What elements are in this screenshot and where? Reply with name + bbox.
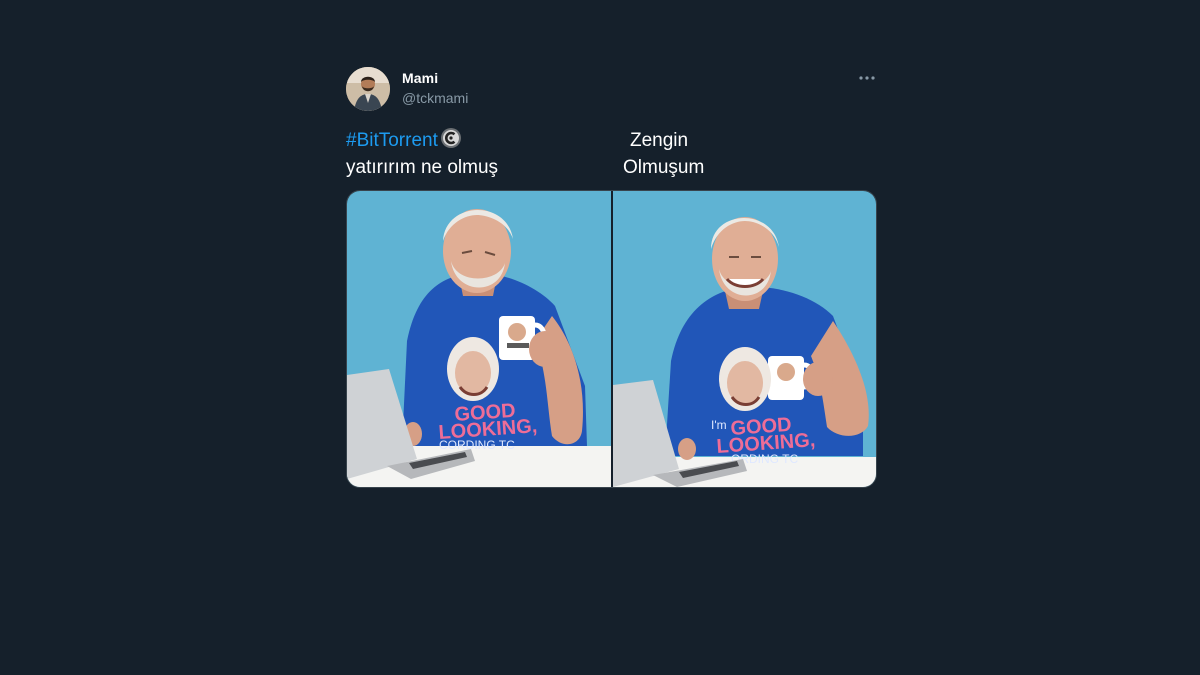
media-photo-left[interactable]: GOOD LOOKING, CORDING TC: [347, 191, 611, 487]
tweet-media-collage[interactable]: GOOD LOOKING, CORDING TC I'm GOOD LOOKIN…: [346, 190, 877, 488]
more-horizontal-icon: [859, 76, 875, 80]
photo-man-laptop-smiling-icon: I'm GOOD LOOKING, ORDING TC: [613, 191, 876, 487]
user-handle[interactable]: @tckmami: [402, 90, 468, 106]
hashtag-link[interactable]: #BitTorrent: [346, 130, 438, 151]
more-options-button[interactable]: [855, 66, 879, 90]
caption-left-line-2: yatırırım ne olmuş: [346, 157, 499, 178]
left-shirt-text-3: CORDING TC: [439, 438, 515, 452]
display-name[interactable]: Mami: [402, 70, 438, 86]
avatar[interactable]: [346, 67, 390, 111]
photo-man-laptop-sad-icon: GOOD LOOKING, CORDING TC: [347, 191, 611, 487]
caption-left-line-1: #BitTorrent: [346, 127, 462, 157]
caption-right-line-2: Olmuşum: [623, 157, 705, 178]
tweet-screenshot-page: Mami @tckmami #BitTorrent yatırırım ne o…: [0, 0, 1200, 675]
caption-right-line-1: Zengin: [630, 130, 689, 151]
media-photo-right[interactable]: I'm GOOD LOOKING, ORDING TC: [613, 191, 876, 487]
user-avatar-photo-icon: [346, 67, 390, 111]
bittorrent-coin-icon: [440, 127, 462, 157]
right-shirt-prefix: I'm: [711, 418, 727, 432]
